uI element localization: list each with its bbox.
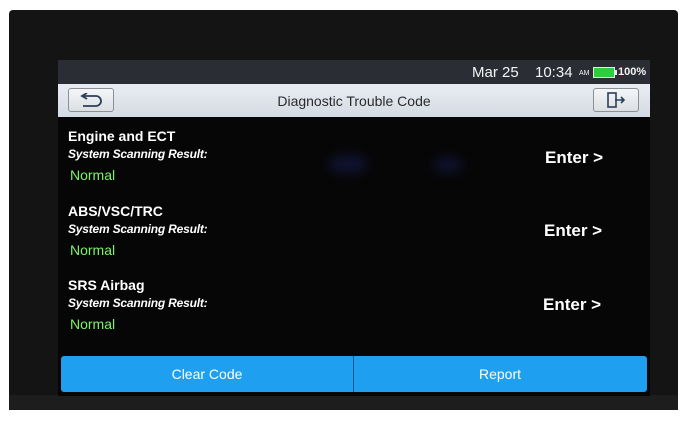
system-subtitle: System Scanning Result: — [68, 296, 208, 310]
system-status: Normal — [70, 167, 116, 183]
page-title: Diagnostic Trouble Code — [277, 93, 431, 109]
battery-tip — [615, 70, 617, 75]
app-screen: Mar 25 10:34 AM 100% Diagnostic Trouble … — [58, 60, 650, 396]
system-status: Normal — [70, 316, 116, 332]
status-time: 10:34 — [535, 64, 573, 81]
system-subtitle: System Scanning Result: — [68, 222, 208, 236]
exit-door-icon — [607, 92, 626, 108]
exit-button[interactable] — [593, 88, 639, 112]
report-button[interactable]: Report — [354, 356, 646, 392]
battery-percent: 100% — [618, 66, 647, 78]
title-bar: Diagnostic Trouble Code — [58, 84, 650, 117]
device-bezel — [9, 395, 678, 410]
status-ampm: AM — [579, 70, 590, 77]
status-date: Mar 25 — [472, 64, 519, 81]
system-item-engine: Engine and ECT System Scanning Result: N… — [58, 128, 650, 198]
clear-code-button[interactable]: Clear Code — [61, 356, 353, 392]
action-bar: Clear Code Report — [61, 356, 647, 392]
system-item-srs: SRS Airbag System Scanning Result: Norma… — [58, 277, 650, 347]
system-status: Normal — [70, 242, 116, 258]
enter-button[interactable]: Enter > — [543, 295, 601, 315]
system-name: SRS Airbag — [68, 277, 145, 293]
enter-button[interactable]: Enter > — [544, 221, 602, 241]
status-bar: Mar 25 10:34 AM 100% — [58, 60, 650, 84]
system-subtitle: System Scanning Result: — [68, 147, 208, 161]
system-item-abs: ABS/VSC/TRC System Scanning Result: Norm… — [58, 203, 650, 273]
battery-full-icon — [593, 67, 615, 78]
system-name: ABS/VSC/TRC — [68, 203, 163, 219]
system-name: Engine and ECT — [68, 128, 176, 144]
enter-button[interactable]: Enter > — [545, 148, 603, 168]
